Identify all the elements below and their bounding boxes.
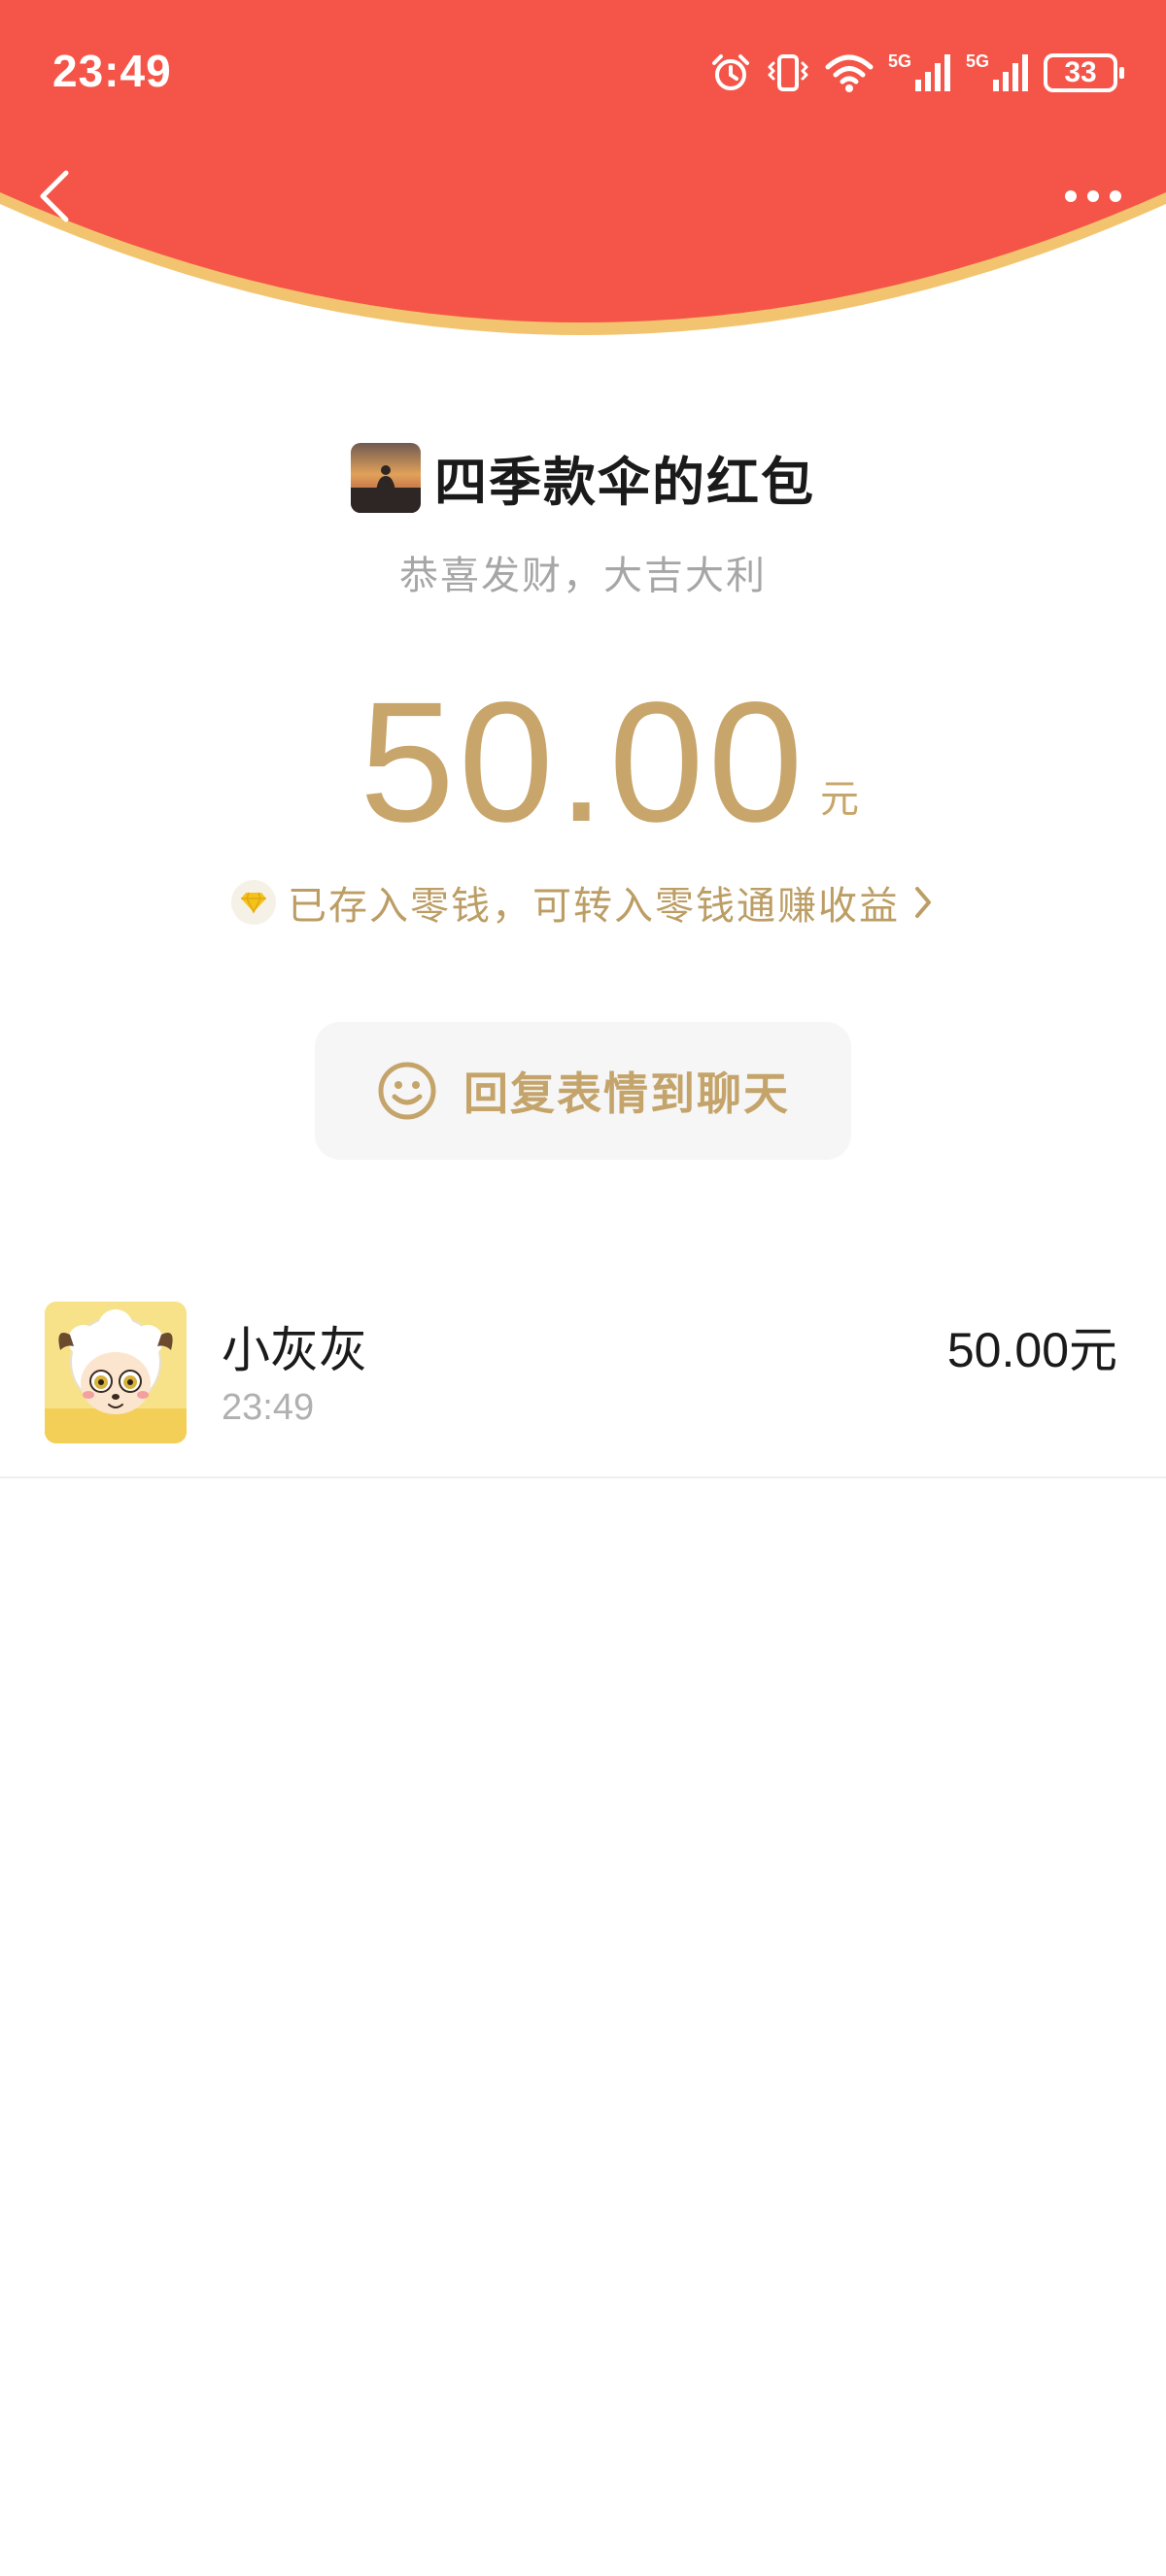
more-button[interactable] [1059,177,1127,216]
red-packet-detail-page: 23:49 5G 5G 33 四季款伞的红包 恭喜发财，大吉大利 50.00 元… [0,0,1166,2576]
smile-icon [378,1062,436,1120]
chevron-left-icon [40,170,69,222]
reply-sticker-button[interactable]: 回复表情到聊天 [315,1022,851,1160]
amount-value: 50.00 [360,667,807,858]
diamond-icon [231,880,276,925]
sender-header: 四季款伞的红包 [0,439,1166,516]
back-button[interactable] [29,165,78,227]
receiver-name: 小灰灰 [222,1322,367,1378]
reply-label: 回复表情到聊天 [463,1068,790,1120]
wifi-icon [825,54,874,92]
signal-5g-icon: 5G [966,52,1030,93]
alarm-icon [711,54,749,90]
network-label: 5G [965,51,989,71]
signal-5g-icon: 5G [888,52,952,93]
sender-name: 四季款伞的红包 [434,452,815,513]
status-icons: 5G 5G 33 [709,49,1124,97]
receiver-time: 23:49 [222,1387,315,1428]
battery-level: 33 [1064,56,1097,88]
amount-unit: 元 [820,777,859,822]
receiver-avatar[interactable] [45,1302,187,1443]
battery-icon: 33 [1044,53,1124,92]
signal-bars [993,54,1028,91]
more-horizontal-icon [1065,190,1121,202]
receiver-list-item[interactable]: 小灰灰 23:49 50.00元 [0,1282,1166,1476]
saved-text: 已存入零钱，可转入零钱通赚收益 [288,884,900,929]
list-divider [0,1476,1166,1478]
status-bar: 23:49 5G 5G 33 [0,0,1166,146]
network-label: 5G [887,51,911,71]
amount-row: 50.00 元 [0,670,1166,855]
receiver-amount: 50.00元 [946,1323,1117,1377]
greeting-text: 恭喜发财，大吉大利 [399,554,767,598]
saved-to-balance-link[interactable]: 已存入零钱，可转入零钱通赚收益 [0,874,1166,931]
chevron-right-icon [915,887,931,918]
vibrate-icon [768,54,808,91]
status-time: 23:49 [52,46,172,96]
signal-bars [914,54,950,91]
sender-avatar[interactable] [351,442,421,513]
